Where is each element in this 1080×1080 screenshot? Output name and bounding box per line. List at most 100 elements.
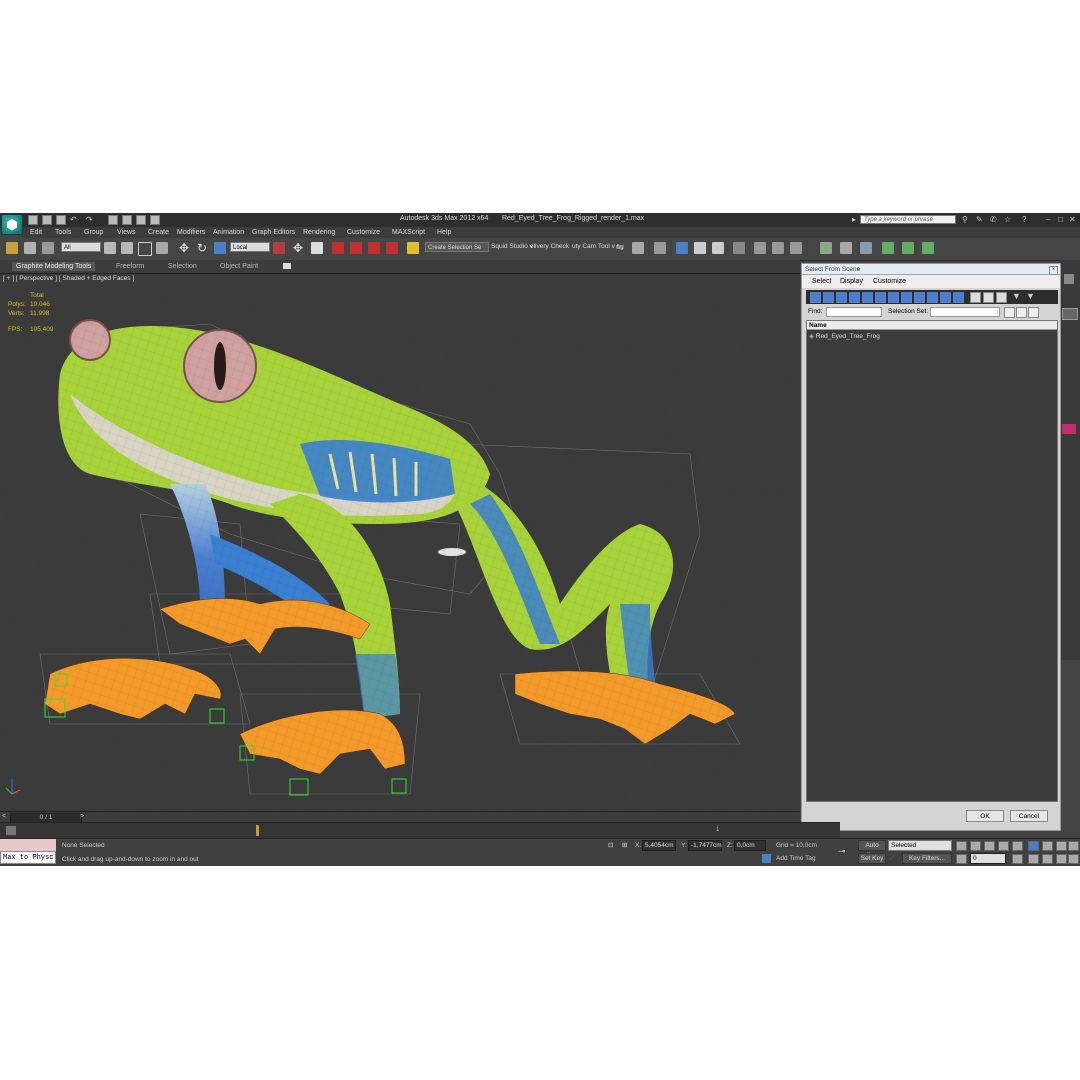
selection-filter-dropdown[interactable]: All [61, 242, 101, 252]
bind-space-warp-icon[interactable] [42, 242, 54, 254]
search-arrow-icon[interactable]: ▸ [852, 215, 856, 224]
new-file-icon[interactable] [28, 215, 38, 225]
schematic-view-icon[interactable] [712, 242, 724, 254]
rotate-icon[interactable]: ↻ [196, 242, 208, 254]
menu-graph-editors[interactable]: Graph Editors [252, 227, 295, 238]
selection-set-dropdown[interactable] [930, 307, 1000, 317]
display-all-icon[interactable] [970, 292, 981, 303]
menu-modifiers[interactable]: Modifiers [177, 227, 205, 238]
app-logo-icon[interactable]: ⬢ [1, 214, 23, 235]
communication-icon[interactable]: ✆ [990, 215, 997, 224]
ok-button[interactable]: OK [966, 810, 1004, 822]
ribbon-toggle-icon[interactable] [283, 263, 291, 269]
angle-snap-icon[interactable] [350, 242, 362, 254]
selection-set-icon-3[interactable] [1028, 307, 1039, 318]
time-tag-icon[interactable] [762, 854, 771, 863]
column-header-name[interactable]: Name [807, 321, 1057, 330]
named-selection-dropdown[interactable]: Create Selection Se [425, 242, 489, 252]
display-none-icon[interactable] [983, 292, 994, 303]
minimize-icon[interactable]: – [1046, 215, 1050, 224]
track-bar[interactable]: 1 [0, 822, 840, 839]
snaps-toggle-icon[interactable] [332, 242, 344, 254]
manage-layers-icon[interactable] [654, 242, 666, 254]
maximize-icon[interactable]: □ [1058, 215, 1063, 224]
pivot-center-icon[interactable] [273, 242, 285, 254]
display-invert-icon[interactable] [996, 292, 1007, 303]
dialog-close-icon[interactable]: × [1049, 266, 1058, 275]
frog-model[interactable] [0, 274, 800, 811]
key-mode-dropdown[interactable]: Selected [888, 840, 952, 851]
mirror-icon[interactable]: ⇋ [614, 242, 626, 254]
x-coordinate-field[interactable]: 5,4054cm [642, 840, 676, 851]
cancel-button[interactable]: Cancel [1010, 810, 1048, 822]
key-mode-toggle-icon[interactable] [956, 854, 967, 864]
plugin-icon-4[interactable] [882, 242, 894, 254]
play-icon[interactable] [984, 841, 995, 851]
dialog-menu-customize[interactable]: Customize [873, 275, 906, 288]
filter-spacewarps-icon[interactable] [875, 292, 886, 303]
plugin-icon-3[interactable] [860, 242, 872, 254]
filter-groups-icon[interactable] [888, 292, 899, 303]
favorites-star-icon[interactable]: ☆ [1004, 215, 1011, 224]
menu-tools[interactable]: Tools [55, 227, 71, 238]
edit-named-selection-icon[interactable] [407, 242, 419, 254]
save-file-icon[interactable] [56, 215, 66, 225]
material-editor-icon[interactable] [733, 242, 745, 254]
graphite-toggle-icon[interactable] [676, 242, 688, 254]
menu-maxscript[interactable]: MAXScript [392, 227, 425, 238]
subscription-icon[interactable]: ✎ [976, 215, 983, 224]
select-link-icon[interactable] [6, 242, 18, 254]
script-listener-mini[interactable] [0, 839, 56, 851]
dialog-title[interactable]: Select From Scene [802, 264, 1060, 275]
filter-lights-icon[interactable] [836, 292, 847, 303]
render-production-icon[interactable] [790, 242, 802, 254]
zoom-all-icon[interactable] [1042, 841, 1053, 851]
orbit-icon[interactable] [1056, 854, 1067, 864]
workspace3-icon[interactable] [150, 215, 160, 225]
filter-shapes-icon[interactable] [823, 292, 834, 303]
perspective-viewport[interactable]: [ + ] [ Perspective ] [ Shaded + Edged F… [0, 274, 800, 811]
move-icon[interactable]: ✥ [178, 242, 190, 254]
squid-studio-button[interactable]: Squid Studio v [491, 243, 533, 250]
filter-xrefs-icon[interactable] [901, 292, 912, 303]
absolute-mode-icon[interactable]: ⊞ [622, 840, 627, 851]
select-manipulate-icon[interactable]: ✥ [292, 242, 304, 254]
field-of-view-icon[interactable] [1028, 854, 1039, 864]
goto-start-icon[interactable] [956, 841, 967, 851]
menu-group[interactable]: Group [84, 227, 103, 238]
region-select-icon[interactable] [138, 242, 152, 256]
tab-graphite-modeling-tools[interactable]: Graphite Modeling Tools [12, 262, 96, 271]
set-key-icon[interactable]: ⟋ [890, 853, 895, 864]
mini-curve-editor-icon[interactable] [6, 826, 16, 835]
auto-key-button[interactable]: Auto Key [858, 840, 886, 859]
find-input[interactable] [826, 307, 882, 317]
redo-icon[interactable]: ↷ [86, 215, 93, 224]
lock-selection-icon[interactable]: ⊡ [608, 840, 613, 851]
menu-customize[interactable]: Customize [347, 227, 380, 238]
open-file-icon[interactable] [42, 215, 52, 225]
pan-view-icon[interactable] [1042, 854, 1053, 864]
filter-helpers-icon[interactable] [862, 292, 873, 303]
cam-tool-button[interactable]: uty Cam Tool v [572, 243, 615, 250]
window-crossing-icon[interactable] [156, 242, 168, 254]
command-panel-icon[interactable] [1064, 274, 1074, 284]
help-search-input[interactable]: Type a keyword or phrase [860, 215, 956, 224]
dialog-menu-display[interactable]: Display [840, 275, 863, 288]
goto-end-icon[interactable] [1012, 841, 1023, 851]
filter-containers-icon[interactable] [927, 292, 938, 303]
menu-help[interactable]: Help [437, 227, 451, 238]
reference-coordinate-dropdown[interactable]: Local [230, 242, 270, 252]
help-icon[interactable]: ? [1022, 215, 1026, 224]
scene-object-list[interactable]: Name ◈ Red_Eyed_Tree_Frog [806, 320, 1058, 802]
zoom-extents-all-icon[interactable] [1068, 841, 1079, 851]
time-slider-next-icon[interactable]: > [80, 812, 84, 822]
curve-editor-icon[interactable] [694, 242, 706, 254]
set-key-button[interactable]: Set Key [858, 853, 886, 864]
tab-object-paint[interactable]: Object Paint [220, 262, 258, 271]
menu-animation[interactable]: Animation [213, 227, 244, 238]
menu-rendering[interactable]: Rendering [303, 227, 335, 238]
filter-frozen-icon[interactable] [940, 292, 951, 303]
select-object-icon[interactable] [104, 242, 116, 254]
list-item[interactable]: ◈ Red_Eyed_Tree_Frog [809, 332, 880, 341]
select-by-name-icon[interactable] [121, 242, 133, 254]
